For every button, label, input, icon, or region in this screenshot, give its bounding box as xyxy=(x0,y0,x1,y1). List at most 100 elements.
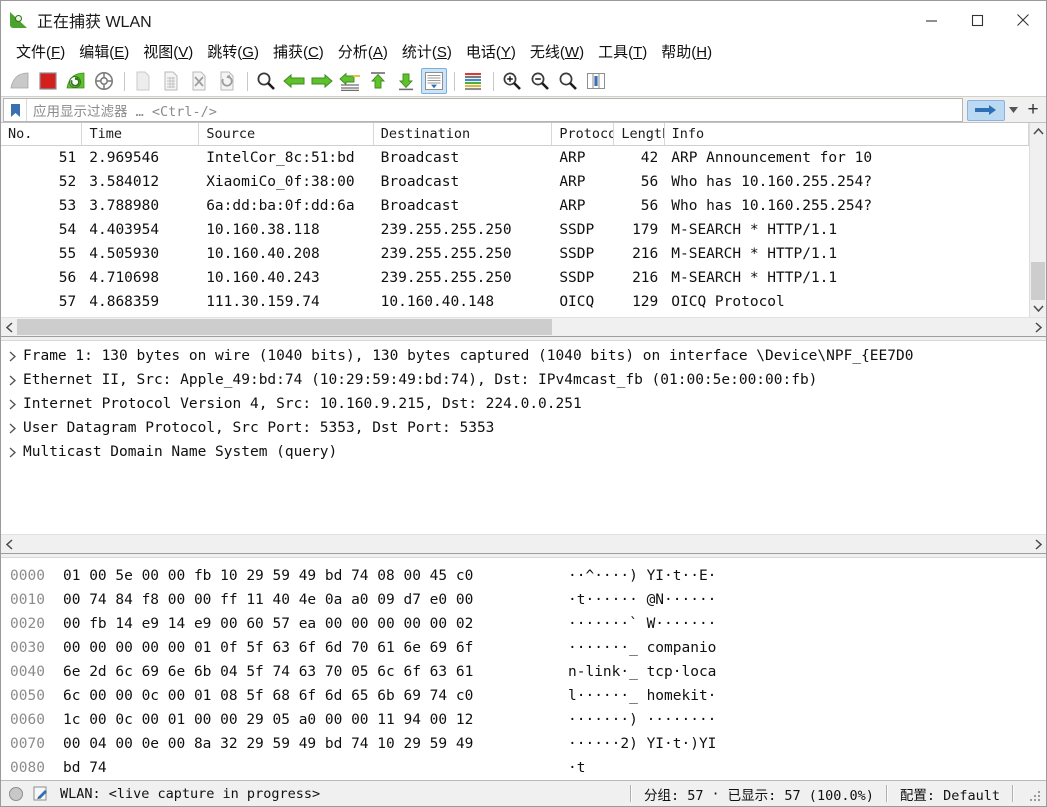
scroll-up-icon[interactable] xyxy=(1030,123,1046,140)
packet-bytes-pane[interactable]: 0000 01 00 5e 00 00 fb 10 29 59 49 bd 74… xyxy=(1,558,1046,780)
packet-detail-horizontal-scrollbar[interactable] xyxy=(1,534,1046,553)
menu-capture[interactable]: 捕获(C) xyxy=(266,42,331,64)
resize-columns-icon[interactable] xyxy=(583,68,609,94)
menu-file[interactable]: 文件(F) xyxy=(9,42,72,64)
minimize-button[interactable] xyxy=(908,1,954,39)
cell-length: 179 xyxy=(632,222,659,238)
menu-analyze[interactable]: 分析(A) xyxy=(331,42,395,64)
detail-row-frame[interactable]: Frame 1: 130 bytes on wire (1040 bits), … xyxy=(1,344,1046,368)
column-header-length[interactable]: Length xyxy=(614,123,665,145)
capture-options-icon[interactable] xyxy=(91,68,117,94)
close-file-icon[interactable] xyxy=(186,68,212,94)
go-first-packet-icon[interactable] xyxy=(365,68,391,94)
maximize-button[interactable] xyxy=(954,1,1000,39)
zoom-out-icon[interactable] xyxy=(527,68,553,94)
scroll-left-icon[interactable] xyxy=(1,535,17,553)
menu-statistics[interactable]: 统计(S) xyxy=(395,42,459,64)
table-row[interactable]: 54 4.403954 10.160.38.118 239.255.255.25… xyxy=(1,218,1029,242)
add-filter-button[interactable]: + xyxy=(1022,98,1044,122)
menu-view[interactable]: 视图(V) xyxy=(136,42,200,64)
column-header-time[interactable]: Time xyxy=(82,123,200,145)
go-to-packet-icon[interactable] xyxy=(337,68,363,94)
table-row[interactable]: 55 4.505930 10.160.40.208 239.255.255.25… xyxy=(1,242,1029,266)
cell-length: 129 xyxy=(632,294,659,310)
apply-filter-button[interactable] xyxy=(967,99,1005,121)
start-capture-icon[interactable] xyxy=(7,68,33,94)
table-row[interactable]: 57 4.868359 111.30.159.74 10.160.40.148 … xyxy=(1,290,1029,314)
menu-go-accel: G xyxy=(242,43,254,61)
table-row[interactable]: 53 3.788980 6a:dd:ba:0f:dd:6a Broadcast … xyxy=(1,194,1029,218)
scroll-thumb[interactable] xyxy=(17,319,552,335)
scroll-right-icon[interactable] xyxy=(1030,535,1046,553)
packet-list-pane: No. Time Source Destination Protocol Len… xyxy=(1,123,1046,336)
hex-ascii: ··^····) YI·t··E· xyxy=(568,568,717,584)
menu-help[interactable]: 帮助(H) xyxy=(654,42,719,64)
packet-list-vertical-scrollbar[interactable] xyxy=(1029,123,1046,317)
detail-row-udp[interactable]: User Datagram Protocol, Src Port: 5353, … xyxy=(1,416,1046,440)
chevron-right-icon[interactable] xyxy=(1,398,23,410)
reload-file-icon[interactable] xyxy=(214,68,240,94)
resize-grip-icon[interactable] xyxy=(1028,787,1042,801)
display-filter-input[interactable]: 应用显示过滤器 … <Ctrl-/> xyxy=(3,98,963,122)
stop-capture-icon[interactable] xyxy=(35,68,61,94)
menu-tools[interactable]: 工具(T) xyxy=(591,42,654,64)
chevron-right-icon[interactable] xyxy=(1,374,23,386)
colorize-icon[interactable] xyxy=(460,68,486,94)
go-back-icon[interactable] xyxy=(281,68,307,94)
menu-telephony[interactable]: 电话(Y) xyxy=(459,42,523,64)
column-header-protocol[interactable]: Protocol xyxy=(552,123,615,145)
hex-row: 0030 00 00 00 00 00 01 0f 5f 63 6f 6d 70… xyxy=(1,636,1046,660)
zoom-in-icon[interactable] xyxy=(499,68,525,94)
scroll-track[interactable] xyxy=(1030,140,1046,300)
find-packet-icon[interactable] xyxy=(253,68,279,94)
scroll-left-icon[interactable] xyxy=(1,318,17,336)
cell-no: 55 xyxy=(58,246,77,262)
detail-row-ipv4[interactable]: Internet Protocol Version 4, Src: 10.160… xyxy=(1,392,1046,416)
capture-status-icon[interactable] xyxy=(9,786,23,801)
packet-list-horizontal-scrollbar[interactable] xyxy=(1,317,1046,336)
chevron-down-icon[interactable] xyxy=(1005,100,1022,121)
restart-capture-icon[interactable] xyxy=(63,68,89,94)
scroll-right-icon[interactable] xyxy=(1030,318,1046,336)
main-toolbar xyxy=(1,66,1046,97)
detail-row-ethernet[interactable]: Ethernet II, Src: Apple_49:bd:74 (10:29:… xyxy=(1,368,1046,392)
scroll-down-icon[interactable] xyxy=(1030,300,1046,317)
go-forward-icon[interactable] xyxy=(309,68,335,94)
open-file-icon[interactable] xyxy=(130,68,156,94)
bookmark-icon[interactable] xyxy=(4,99,27,121)
detail-row-label: Frame 1: 130 bytes on wire (1040 bits), … xyxy=(23,348,914,364)
cell-protocol: SSDP xyxy=(559,246,595,262)
save-file-icon[interactable] xyxy=(158,68,184,94)
column-header-source[interactable]: Source xyxy=(199,123,374,145)
scroll-thumb[interactable] xyxy=(1031,262,1045,300)
menu-edit[interactable]: 编辑(E) xyxy=(72,42,136,64)
chevron-right-icon[interactable] xyxy=(1,350,23,362)
scroll-track[interactable] xyxy=(17,318,1030,336)
capture-comment-icon[interactable] xyxy=(32,786,49,802)
chevron-right-icon[interactable] xyxy=(1,446,23,458)
wireshark-logo-icon xyxy=(10,11,28,29)
cell-destination: Broadcast xyxy=(380,198,460,214)
column-header-no[interactable]: No. xyxy=(1,123,83,145)
table-row[interactable]: 52 3.584012 XiaomiCo_0f:38:00 Broadcast … xyxy=(1,170,1029,194)
column-header-destination[interactable]: Destination xyxy=(374,123,553,145)
menu-wireless[interactable]: 无线(W) xyxy=(523,42,591,64)
menu-go[interactable]: 跳转(G) xyxy=(200,42,266,64)
detail-row-mdns[interactable]: Multicast Domain Name System (query) xyxy=(1,440,1046,464)
chevron-right-icon[interactable] xyxy=(1,422,23,434)
hex-ascii: ·······_ companio xyxy=(568,640,717,656)
table-row[interactable]: 56 4.710698 10.160.40.243 239.255.255.25… xyxy=(1,266,1029,290)
go-last-packet-icon[interactable] xyxy=(393,68,419,94)
column-header-info[interactable]: Info xyxy=(665,123,1029,145)
table-row[interactable]: 51 2.969546 IntelCor_8c:51:bd Broadcast … xyxy=(1,146,1029,170)
displayed-count: 已显示: 57 (100.0%) xyxy=(727,787,874,804)
menu-telephony-accel: Y xyxy=(500,43,511,61)
profile-label[interactable]: 配置: Default xyxy=(896,784,1004,804)
scroll-track[interactable] xyxy=(17,535,1030,553)
menu-wireless-text: 无线 xyxy=(529,43,560,61)
menu-statistics-accel: S xyxy=(436,43,447,61)
menu-tools-text: 工具 xyxy=(598,43,629,61)
close-button[interactable] xyxy=(1000,1,1046,39)
auto-scroll-icon[interactable] xyxy=(421,68,447,94)
zoom-reset-icon[interactable] xyxy=(555,68,581,94)
